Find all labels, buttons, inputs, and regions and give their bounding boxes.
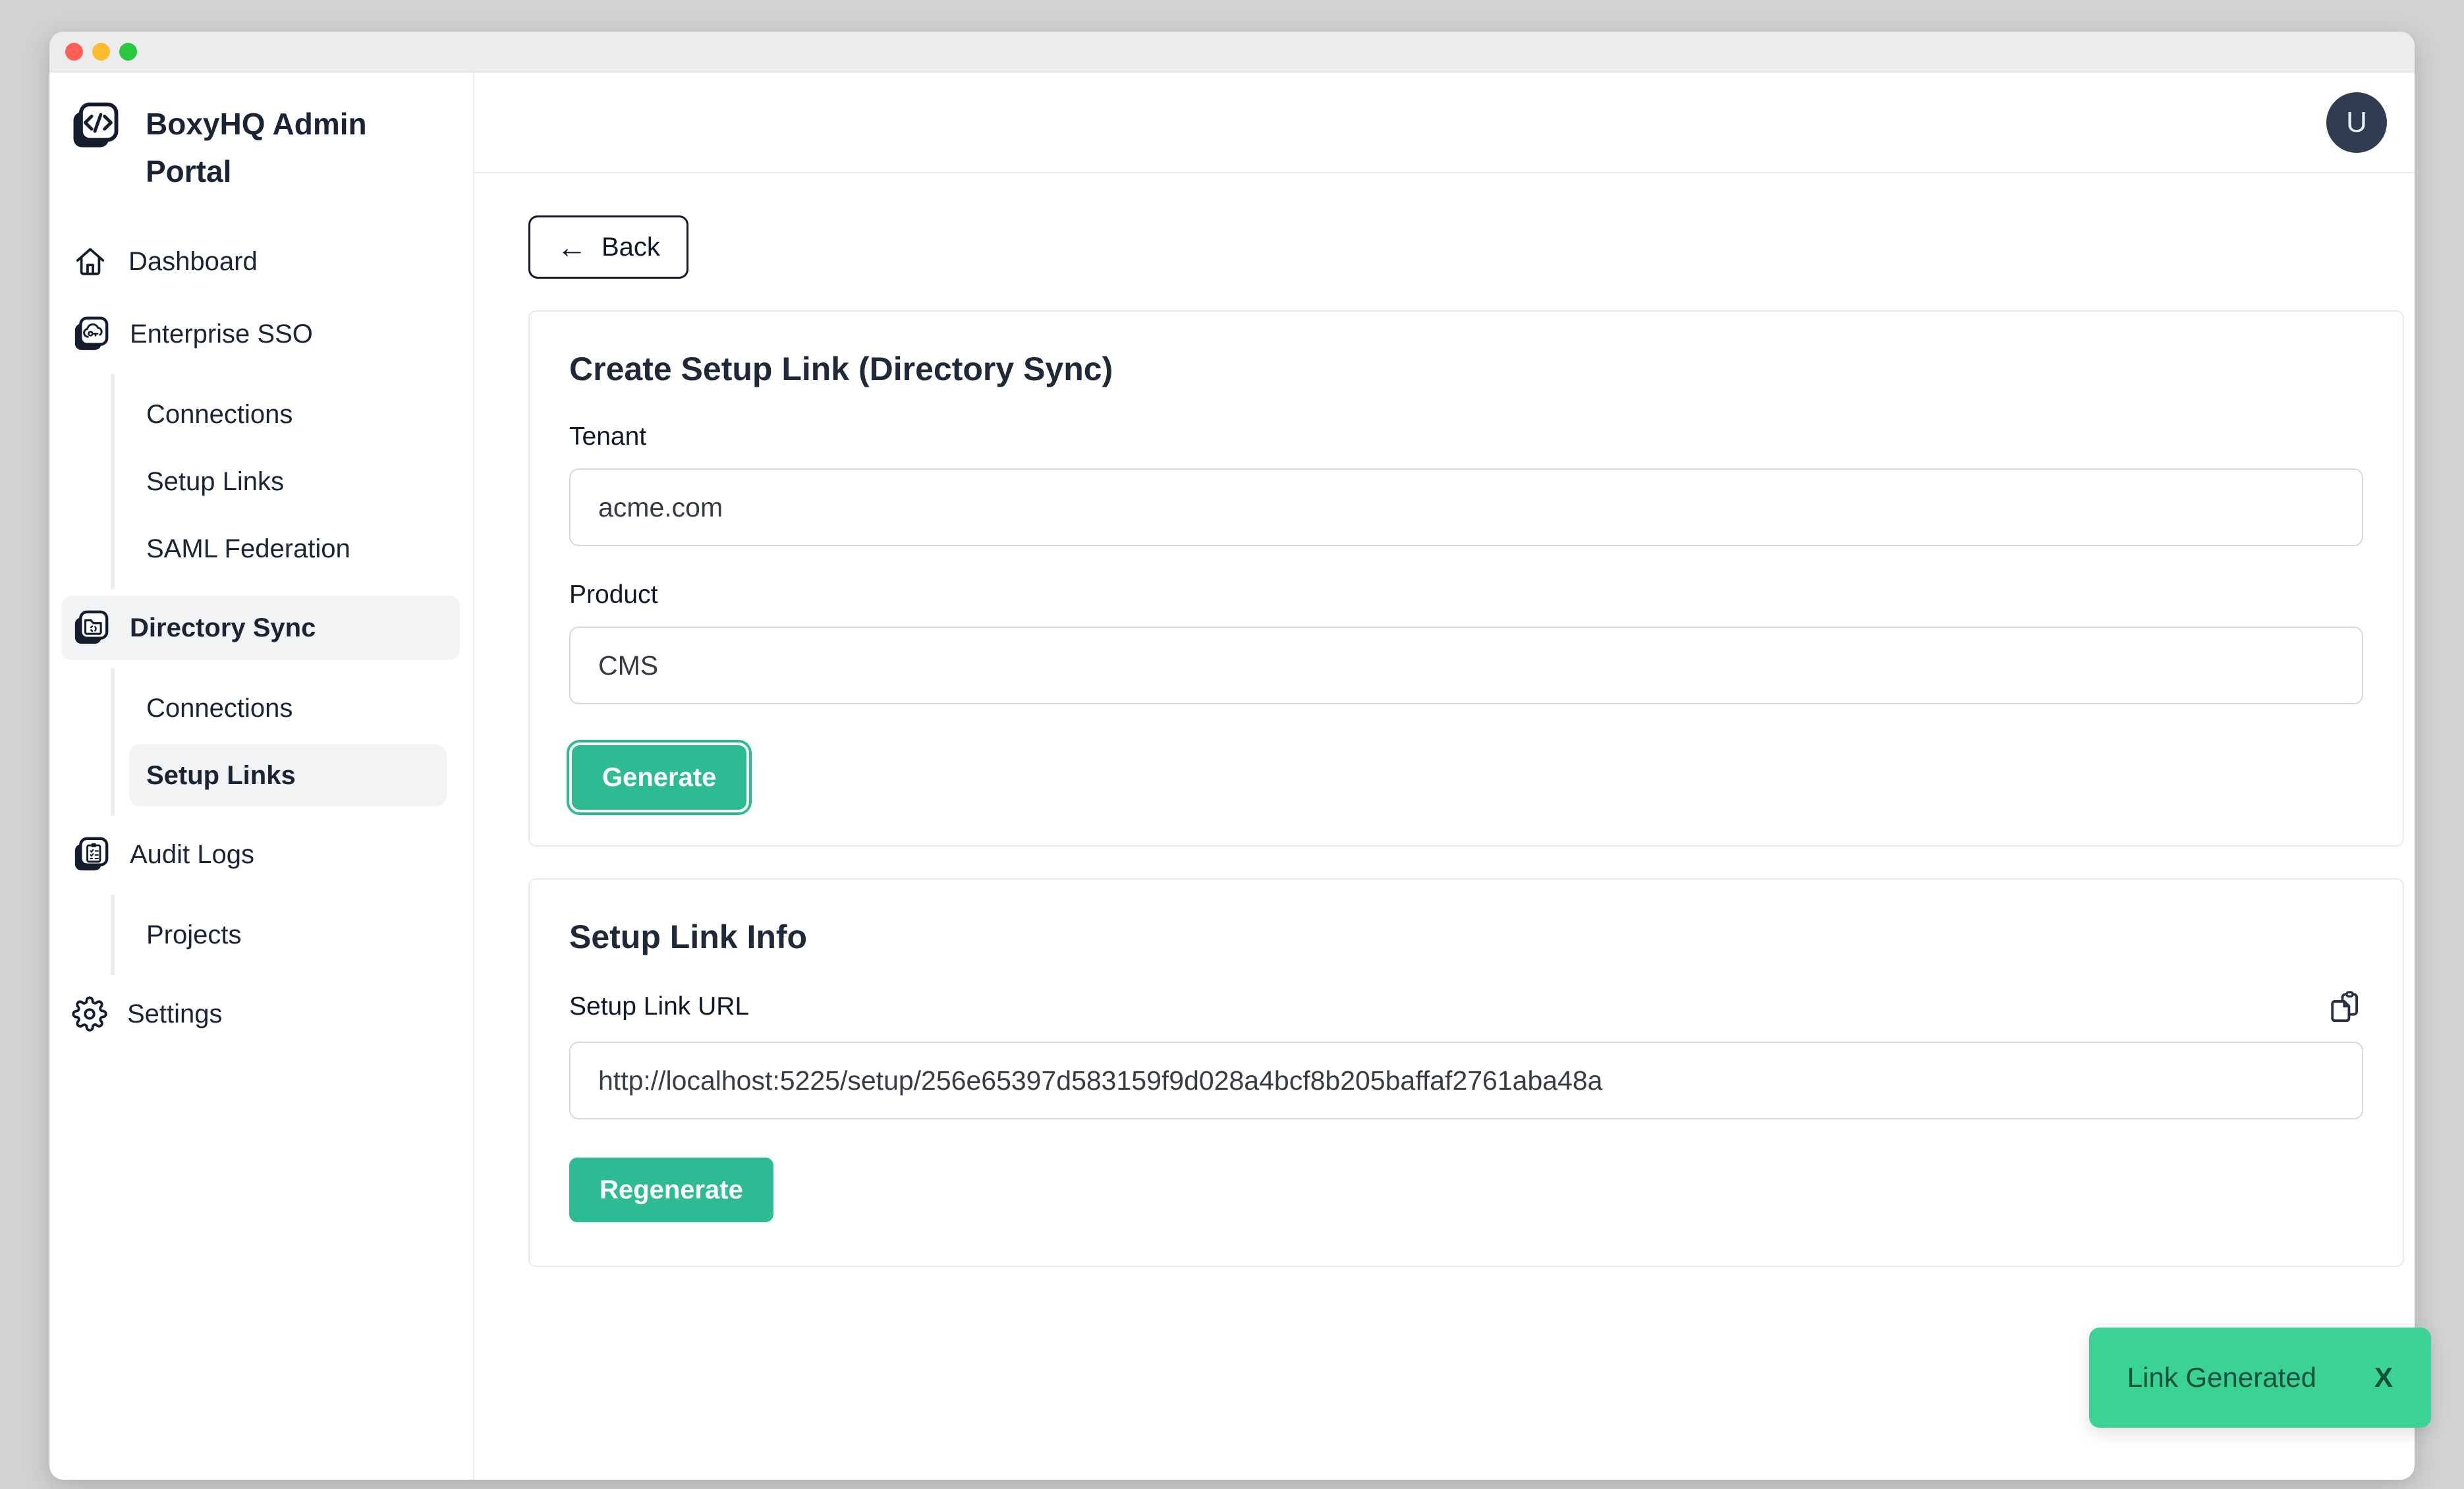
sidebar-item-dsync-connections[interactable]: Connections <box>129 677 447 739</box>
app-body: BoxyHQ Admin Portal Dashboard <box>49 72 2415 1480</box>
sidebar-item-sso-setup-links[interactable]: Setup Links <box>129 451 447 513</box>
brand-title: BoxyHQ Admin Portal <box>146 100 376 195</box>
setup-link-url-label: Setup Link URL <box>569 992 749 1021</box>
sidebar-item-saml-federation[interactable]: SAML Federation <box>129 518 447 580</box>
sidebar-item-label: Directory Sync <box>130 613 316 643</box>
sidebar-subitem-label: Connections <box>146 694 293 723</box>
top-header: U <box>474 72 2415 173</box>
copy-icon <box>2328 989 2363 1025</box>
create-card-title: Create Setup Link (Directory Sync) <box>569 350 2363 388</box>
directory-sync-subnav: Connections Setup Links <box>111 668 447 816</box>
toast-close-button[interactable]: X <box>2374 1362 2393 1393</box>
info-card-title: Setup Link Info <box>569 918 2363 956</box>
copy-setup-link-button[interactable] <box>2328 989 2363 1025</box>
sidebar-subitem-label: Setup Links <box>146 467 284 497</box>
sidebar-item-settings[interactable]: Settings <box>61 982 460 1046</box>
app-window: BoxyHQ Admin Portal Dashboard <box>49 32 2415 1480</box>
boxyhq-logo-icon <box>69 100 121 152</box>
sidebar-subitem-label: SAML Federation <box>146 534 350 564</box>
sidebar-item-audit-logs[interactable]: Audit Logs <box>61 822 460 887</box>
window-titlebar <box>49 32 2415 72</box>
sidebar-item-dashboard[interactable]: Dashboard <box>61 229 460 294</box>
tenant-input[interactable] <box>569 468 2363 546</box>
sidebar: BoxyHQ Admin Portal Dashboard <box>49 72 474 1480</box>
product-label: Product <box>569 580 2363 609</box>
enterprise-sso-subnav: Connections Setup Links SAML Federation <box>111 374 447 589</box>
toast-link-generated: Link Generated X <box>2089 1328 2431 1428</box>
window-minimize-button[interactable] <box>92 43 110 61</box>
page-content: ← Back Create Setup Link (Directory Sync… <box>474 173 2415 1267</box>
sidebar-nav: Dashboard Enterprise SSO Connections <box>61 229 460 1046</box>
sidebar-item-label: Audit Logs <box>130 840 254 870</box>
sidebar-item-enterprise-sso[interactable]: Enterprise SSO <box>61 302 460 366</box>
setup-link-url-input[interactable] <box>569 1042 2363 1119</box>
brand-link[interactable]: BoxyHQ Admin Portal <box>61 100 460 195</box>
tenant-label: Tenant <box>569 422 2363 451</box>
create-setup-link-card: Create Setup Link (Directory Sync) Tenan… <box>528 310 2404 847</box>
back-button[interactable]: ← Back <box>528 215 688 279</box>
sidebar-item-dsync-setup-links[interactable]: Setup Links <box>129 744 447 806</box>
avatar-initial: U <box>2346 106 2367 139</box>
settings-gear-icon <box>72 996 107 1032</box>
window-close-button[interactable] <box>65 43 83 61</box>
sidebar-item-projects[interactable]: Projects <box>129 904 447 966</box>
product-input[interactable] <box>569 627 2363 704</box>
window-zoom-button[interactable] <box>119 43 137 61</box>
sidebar-item-label: Dashboard <box>128 247 258 277</box>
regenerate-button[interactable]: Regenerate <box>569 1158 773 1222</box>
generate-button[interactable]: Generate <box>569 743 749 812</box>
sidebar-item-label: Settings <box>127 999 223 1029</box>
sidebar-item-label: Enterprise SSO <box>130 320 313 349</box>
sidebar-subitem-label: Setup Links <box>146 761 296 791</box>
setup-link-info-card: Setup Link Info Setup Link URL <box>528 878 2404 1267</box>
setup-link-url-row: Setup Link URL <box>569 989 2363 1025</box>
audit-logs-icon <box>72 835 110 874</box>
main-area: U ← Back Create Setup Link (Directory Sy… <box>474 72 2415 1480</box>
enterprise-sso-icon <box>72 315 110 353</box>
sidebar-subitem-label: Projects <box>146 920 242 950</box>
back-button-label: Back <box>602 233 660 262</box>
sidebar-subitem-label: Connections <box>146 400 293 430</box>
home-icon <box>72 243 109 280</box>
audit-logs-subnav: Projects <box>111 895 447 975</box>
back-arrow-icon: ← <box>557 232 587 262</box>
avatar[interactable]: U <box>2326 92 2387 153</box>
toast-message: Link Generated <box>2127 1362 2316 1393</box>
directory-sync-icon <box>72 609 110 647</box>
sidebar-item-directory-sync[interactable]: Directory Sync <box>61 596 460 660</box>
sidebar-item-sso-connections[interactable]: Connections <box>129 383 447 445</box>
